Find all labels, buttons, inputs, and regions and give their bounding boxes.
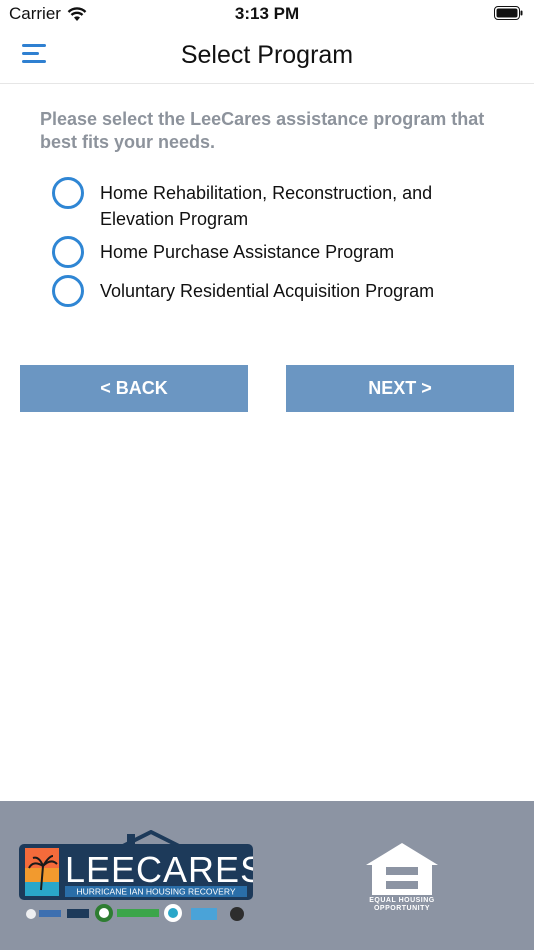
program-option-purchase[interactable]: Home Purchase Assistance Program — [52, 236, 460, 268]
back-button[interactable]: < BACK — [20, 365, 248, 412]
leecares-logo: LEECARES HURRICANE IAN HOUSING RECOVERY — [19, 830, 253, 922]
status-time: 3:13 PM — [234, 4, 300, 23]
next-button[interactable]: NEXT > — [286, 365, 514, 412]
radio-button[interactable] — [52, 236, 84, 268]
eho-line2: OPPORTUNITY — [373, 905, 431, 912]
radio-button[interactable] — [52, 177, 84, 209]
option-label: Home Rehabilitation, Reconstruction, and… — [100, 183, 433, 229]
page-title: Select Program — [180, 41, 354, 69]
instruction-text: Please select the LeeCares assistance pr… — [40, 109, 485, 152]
option-label: Home Purchase Assistance Program — [100, 242, 395, 262]
logo-tagline: HURRICANE IAN HOUSING RECOVERY — [76, 887, 235, 897]
battery-icon — [494, 6, 524, 25]
nav-bar: Select Program — [0, 28, 534, 84]
program-option-rehabilitation[interactable]: Home Rehabilitation, Reconstruction, and… — [52, 177, 460, 232]
radio-button[interactable] — [52, 275, 84, 307]
status-bar: Carrier 3:13 PM — [0, 0, 534, 28]
logo-wordmark: LEECARES — [65, 849, 253, 890]
footer: LEECARES HURRICANE IAN HOUSING RECOVERY … — [0, 801, 534, 950]
program-option-acquisition[interactable]: Voluntary Residential Acquisition Progra… — [52, 275, 460, 307]
equal-housing-text: EQUAL HOUSING OPPORTUNITY — [350, 897, 454, 913]
eho-line1: EQUAL HOUSING — [369, 897, 435, 904]
option-label: Voluntary Residential Acquisition Progra… — [100, 281, 435, 301]
